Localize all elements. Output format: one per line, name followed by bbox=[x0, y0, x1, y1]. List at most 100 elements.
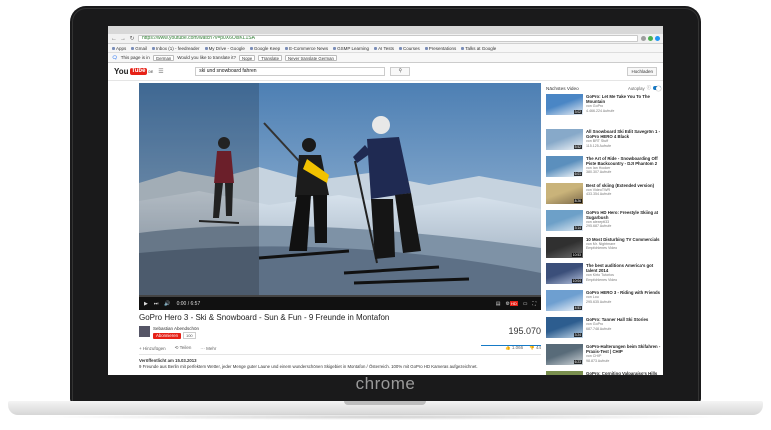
bookmark-item[interactable]: E-Commerce News bbox=[285, 46, 328, 51]
bookmark-label: Talks at Google bbox=[465, 45, 497, 51]
bookmark-label: Apps bbox=[116, 45, 127, 51]
logo-you: You bbox=[114, 67, 129, 76]
channel-info: Sebastian Abendschön Abonnieren 100 bbox=[153, 326, 199, 339]
recommendation-item[interactable]: 8:26 Best of skiing (Extended version) von… bbox=[546, 182, 663, 208]
recommendation-text: The Art of Ride - Snowboarding Off Piste… bbox=[586, 156, 663, 181]
upload-button[interactable]: Hochladen bbox=[627, 67, 657, 76]
bookmark-icon bbox=[461, 46, 465, 50]
avatar[interactable] bbox=[139, 326, 150, 337]
recommendation-title[interactable]: GoPro HD Hero: Freestyle Skiing at Sugar… bbox=[586, 210, 663, 220]
search-input[interactable]: ski und snowboard fahren bbox=[195, 67, 386, 76]
recommendation-item[interactable]: 4:51 GoPro HERO 3 - Riding with Friends vo… bbox=[546, 290, 663, 315]
recommendation-item[interactable]: 10:04 The best auditions America's got ta… bbox=[546, 263, 663, 288]
video-thumbnail[interactable]: 3:24 bbox=[546, 317, 583, 339]
channel-name[interactable]: Sebastian Abendschön bbox=[153, 326, 199, 331]
recommendation-views: 4.466.224 Aufrufe bbox=[586, 108, 615, 113]
bookmark-item[interactable]: Apps bbox=[112, 46, 126, 51]
hd-badge: HD bbox=[509, 300, 518, 306]
settings-icon[interactable]: ⚙HD bbox=[505, 300, 518, 307]
recommendation-item[interactable]: 10:53 10 Most Disturbing TV Commercials vo… bbox=[546, 236, 663, 262]
tab-strip[interactable] bbox=[108, 26, 663, 34]
never-translate-button[interactable]: Never translate German bbox=[285, 54, 337, 61]
search-button[interactable]: ⚲ bbox=[390, 67, 411, 76]
bookmark-label: GSMP Learning bbox=[337, 45, 370, 51]
extension-icon[interactable] bbox=[641, 36, 646, 41]
bookmark-item[interactable]: Presentations bbox=[424, 46, 456, 51]
bookmark-item[interactable]: Inbox (1) - feedreader bbox=[152, 46, 200, 51]
subscribe-row: Abonnieren 100 bbox=[153, 332, 199, 339]
video-thumbnail[interactable]: 6:23 bbox=[546, 344, 583, 366]
recommendation-text: GoPro: Let Me Take You To The Mountain vo… bbox=[586, 94, 663, 119]
extension-icons bbox=[641, 36, 660, 41]
recommendation-item[interactable]: 6:23 GoPro-Halterungen beim Skifahren - P… bbox=[546, 344, 663, 369]
recommendation-item[interactable]: 5:52 All Snowboard Ski Edit Savegrön 1 - … bbox=[546, 129, 663, 154]
video-thumbnail[interactable]: 5:52 bbox=[546, 129, 583, 150]
video-thumbnail[interactable]: 10:04 bbox=[546, 263, 583, 285]
play-icon[interactable]: ▶ bbox=[144, 301, 148, 307]
next-icon[interactable]: ⏭ bbox=[154, 301, 159, 307]
add-button[interactable]: + Hinzufügen bbox=[139, 346, 166, 351]
recommendation-item[interactable]: 3:02 GoPro: Let Me Take You To The Mounta… bbox=[546, 94, 663, 119]
address-bar[interactable]: https://www.youtube.com/watch?v=p0X6OlsK… bbox=[138, 35, 638, 42]
bookmark-item[interactable]: Courses bbox=[399, 46, 420, 51]
recommendation-title[interactable]: All Snowboard Ski Edit Savegrön 1 - GoPr… bbox=[586, 129, 663, 139]
more-button[interactable]: ··· Mehr bbox=[200, 346, 216, 351]
youtube-logo[interactable]: You Tube DE bbox=[114, 67, 153, 76]
extension-icon[interactable] bbox=[648, 36, 653, 41]
translate-button[interactable]: Translate bbox=[258, 54, 283, 61]
recommendation-title[interactable]: GoPro-Halterungen beim Skifahren - Praxi… bbox=[586, 344, 663, 354]
recommendation-text: The best auditions America's got talent … bbox=[586, 263, 663, 288]
bookmark-item[interactable]: My Drive - Google bbox=[204, 46, 245, 51]
recommendation-views: 115.125 Aufrufe bbox=[586, 143, 612, 148]
more-icon: ··· bbox=[200, 345, 205, 351]
translate-question: Would you like to translate it? bbox=[177, 55, 236, 60]
subscribe-button[interactable]: Abonnieren bbox=[153, 332, 181, 339]
menu-icon[interactable]: ☰ bbox=[158, 68, 164, 75]
recommendation-title[interactable]: The Art of Ride - Snowboarding Off Piste… bbox=[586, 156, 663, 166]
video-player[interactable]: ▶ ⏭ 🔊 0:00 / 6:57 ▤ ⚙HD ▭ ⛶ bbox=[139, 83, 541, 310]
forward-icon[interactable]: → bbox=[120, 35, 126, 43]
bookmark-item[interactable]: Google Keep bbox=[249, 46, 280, 51]
bookmark-item[interactable]: AI Tests bbox=[374, 46, 394, 51]
recommendation-title[interactable]: The best auditions America's got talent … bbox=[586, 263, 663, 273]
video-thumbnail[interactable]: 8:26 bbox=[546, 182, 583, 204]
logo-tube: Tube bbox=[129, 68, 148, 75]
recommendation-item[interactable]: 3:24 GoPro: Tanner Hall Ski Stories von Go… bbox=[546, 317, 663, 342]
fullscreen-icon[interactable]: ⛶ bbox=[532, 301, 536, 307]
theater-icon[interactable]: ▭ bbox=[523, 301, 528, 307]
recommendation-text: GoPro HERO 3 - Riding with Friends von Lo… bbox=[586, 290, 663, 315]
video-thumbnail[interactable]: 6:01 bbox=[546, 155, 583, 177]
video-thumbnail[interactable]: 10:53 bbox=[546, 236, 583, 258]
toggle-switch[interactable] bbox=[653, 85, 661, 91]
recommendation-item[interactable]: 6:01 The Art of Ride - Snowboarding Off P… bbox=[546, 155, 663, 181]
volume-icon[interactable]: 🔊 bbox=[164, 301, 170, 307]
recommendation-title[interactable]: GoPro: Let Me Take You To The Mountain bbox=[586, 94, 663, 104]
recommendation-item[interactable]: 3:14 GoPro HD Hero: Freestyle Skiing at S… bbox=[546, 209, 663, 235]
recommendation-views: Empfohlenes Video bbox=[586, 246, 618, 251]
recommendation-text: GoPro: Tanner Hall Ski Stories von GoPro 6… bbox=[586, 317, 663, 342]
language-select[interactable]: German bbox=[152, 54, 175, 61]
video-thumbnail[interactable]: 4:51 bbox=[546, 290, 583, 312]
reload-icon[interactable]: ↻ bbox=[129, 35, 135, 43]
duration-badge: 10:53 bbox=[571, 252, 582, 257]
captions-icon[interactable]: ▤ bbox=[496, 301, 501, 307]
recommendation-text: 10 Most Disturbing TV Commercials von Mr.… bbox=[586, 237, 663, 262]
translate-icon: 🗨 bbox=[112, 54, 118, 60]
video-thumbnail[interactable]: 3:02 bbox=[546, 94, 583, 115]
nope-button[interactable]: Nope bbox=[238, 54, 256, 61]
youtube-header: You Tube DE ☰ ski und snowboard fahren ⚲… bbox=[108, 63, 663, 81]
action-row: + Hinzufügen ⟲ Teilen ··· Mehr 👍 1.066 👎… bbox=[139, 345, 541, 355]
bookmark-item[interactable]: GSMP Learning bbox=[333, 46, 369, 51]
recommendation-views: 380.307 Aufrufe bbox=[586, 170, 612, 175]
bookmark-icon bbox=[374, 46, 378, 50]
extension-icon[interactable] bbox=[655, 36, 660, 41]
back-icon[interactable]: ← bbox=[111, 35, 117, 43]
bookmark-item[interactable]: Talks at Google bbox=[461, 46, 496, 51]
recommendation-title[interactable]: 10 Most Disturbing TV Commercials bbox=[586, 237, 663, 242]
share-button[interactable]: ⟲ Teilen bbox=[175, 345, 192, 351]
bookmark-item[interactable]: Gmail bbox=[131, 46, 147, 51]
autoplay-toggle[interactable]: Autoplay ⓘ bbox=[628, 85, 661, 91]
browser-toolbar: ← → ↻ https://www.youtube.com/watch?v=p0… bbox=[108, 34, 663, 44]
video-thumbnail[interactable]: 3:14 bbox=[546, 209, 583, 231]
duration-badge: 3:14 bbox=[573, 225, 582, 230]
